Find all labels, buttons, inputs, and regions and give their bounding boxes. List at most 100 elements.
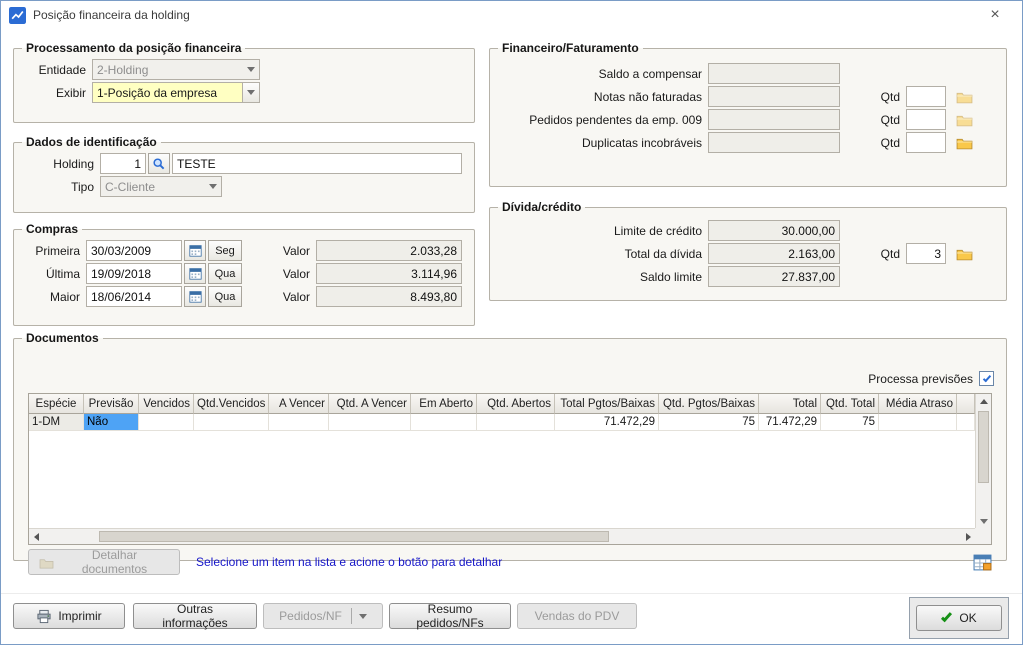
col-em-aberto[interactable]: Em Aberto <box>411 394 477 414</box>
imprimir-button[interactable]: Imprimir <box>13 603 125 629</box>
maior-compra-label: Maior <box>22 290 80 304</box>
cell-total-pgtos-baixas[interactable]: 71.472,29 <box>555 414 659 431</box>
qtd-label: Qtd <box>870 90 900 104</box>
primeira-compra-date-field[interactable] <box>86 240 182 261</box>
ok-button[interactable]: OK <box>916 605 1002 631</box>
ultima-compra-label: Última <box>22 267 80 281</box>
vertical-scrollbar[interactable] <box>975 394 991 528</box>
vertical-scrollbar-thumb[interactable] <box>978 411 989 483</box>
holding-name-field[interactable] <box>172 153 462 174</box>
holding-search-button[interactable] <box>148 153 170 174</box>
holding-code-field[interactable] <box>100 153 146 174</box>
qtd-label: Qtd <box>870 247 900 261</box>
ultima-compra-date-field[interactable] <box>86 263 182 284</box>
saldo-compensar-field[interactable] <box>708 63 840 84</box>
processa-previsoes-checkbox[interactable] <box>979 371 994 386</box>
horizontal-scrollbar[interactable] <box>29 528 975 544</box>
cell-qtd-pgtos-baixas[interactable]: 75 <box>659 414 759 431</box>
col-previsao[interactable]: Previsão <box>84 394 139 414</box>
col-total[interactable]: Total <box>759 394 821 414</box>
close-button[interactable]: × <box>974 1 1016 29</box>
folder-icon <box>956 246 973 261</box>
cell-media-atraso[interactable] <box>879 414 957 431</box>
cell-qtd-abertos[interactable] <box>477 414 555 431</box>
horizontal-scrollbar-thumb[interactable] <box>99 531 609 542</box>
cell-especie[interactable]: 1-DM <box>29 414 84 431</box>
resumo-pedidos-nfs-button[interactable]: Resumo pedidos/NFs <box>389 603 511 629</box>
printer-icon <box>36 609 52 624</box>
detalhar-documentos-button[interactable]: Detalhar documentos <box>28 549 180 575</box>
scroll-down-icon[interactable] <box>976 514 991 528</box>
duplicatas-qtd-field[interactable] <box>906 132 946 153</box>
dados-title: Dados de identificação <box>22 135 161 149</box>
cell-vencidos[interactable] <box>139 414 194 431</box>
divida-detail-button[interactable] <box>954 244 974 264</box>
duplicatas-incobraveis-field[interactable] <box>708 132 840 153</box>
col-vencidos[interactable]: Vencidos <box>139 394 194 414</box>
cell-qtd-total[interactable]: 75 <box>821 414 879 431</box>
valor-label: Valor <box>270 267 310 281</box>
maior-compra-weekday-button[interactable]: Qua <box>208 286 242 307</box>
col-media-atraso[interactable]: Média Atraso <box>879 394 957 414</box>
notas-nao-faturadas-field[interactable] <box>708 86 840 107</box>
total-divida-field[interactable] <box>708 243 840 264</box>
grid-viewport: Espécie Previsão Vencidos Qtd.Vencidos A… <box>29 394 975 528</box>
col-a-vencer[interactable]: A Vencer <box>269 394 329 414</box>
col-especie[interactable]: Espécie <box>29 394 84 414</box>
notas-qtd-field[interactable] <box>906 86 946 107</box>
limite-credito-label: Limite de crédito <box>498 224 702 238</box>
pedidos-qtd-field[interactable] <box>906 109 946 130</box>
outras-informacoes-button[interactable]: Outras informações <box>133 603 257 629</box>
compras-title: Compras <box>22 222 82 236</box>
col-total-pgtos-baixas[interactable]: Total Pgtos/Baixas <box>555 394 659 414</box>
col-qtd-a-vencer[interactable]: Qtd. A Vencer <box>329 394 411 414</box>
ultima-compra-valor-field[interactable] <box>316 263 462 284</box>
divida-groupbox: Dívida/crédito Limite de crédito Total d… <box>489 200 1007 301</box>
cell-em-aberto[interactable] <box>411 414 477 431</box>
cell-qtd-a-vencer[interactable] <box>329 414 411 431</box>
cell-previsao-selected[interactable]: Não <box>84 414 139 431</box>
primeira-compra-valor-field[interactable] <box>316 240 462 261</box>
chevron-down-icon <box>242 60 259 79</box>
limite-credito-field[interactable] <box>708 220 840 241</box>
compras-groupbox: Compras Primeira Seg Valor Última <box>13 222 475 326</box>
folder-icon <box>39 556 54 569</box>
folder-icon <box>956 135 973 150</box>
notas-detail-button[interactable] <box>954 87 974 107</box>
exibir-label: Exibir <box>22 86 86 100</box>
pedidos-detail-button[interactable] <box>954 110 974 130</box>
tipo-select[interactable]: C-Cliente <box>100 176 222 197</box>
cell-qtd-vencidos[interactable] <box>194 414 269 431</box>
empty-grid-area <box>29 431 975 526</box>
check-icon <box>982 373 990 382</box>
col-qtd-pgtos-baixas[interactable]: Qtd. Pgtos/Baixas <box>659 394 759 414</box>
divida-qtd-field[interactable] <box>906 243 946 264</box>
cell-total[interactable]: 71.472,29 <box>759 414 821 431</box>
pedidos-pendentes-field[interactable] <box>708 109 840 130</box>
col-qtd-total[interactable]: Qtd. Total <box>821 394 879 414</box>
col-qtd-vencidos[interactable]: Qtd.Vencidos <box>194 394 269 414</box>
vendas-do-pdv-button[interactable]: Vendas do PDV <box>517 603 637 629</box>
exibir-select[interactable]: 1-Posição da empresa <box>92 82 260 103</box>
saldo-limite-field[interactable] <box>708 266 840 287</box>
scroll-right-icon[interactable] <box>961 529 975 544</box>
ultima-compra-calendar-button[interactable] <box>184 263 206 284</box>
pedidos-nf-button[interactable]: Pedidos/NF <box>263 603 383 629</box>
scroll-left-icon[interactable] <box>29 529 43 544</box>
table-row[interactable]: 1-DM Não 71.472,29 75 71.472,29 75 <box>29 414 975 431</box>
export-grid-button[interactable] <box>972 552 992 572</box>
cell-a-vencer[interactable] <box>269 414 329 431</box>
maior-compra-calendar-button[interactable] <box>184 286 206 307</box>
duplicatas-detail-button[interactable] <box>954 133 974 153</box>
entidade-select[interactable]: 2-Holding <box>92 59 260 80</box>
primeira-compra-weekday-button[interactable]: Seg <box>208 240 242 261</box>
maior-compra-valor-field[interactable] <box>316 286 462 307</box>
chevron-down-icon <box>359 614 367 619</box>
scroll-up-icon[interactable] <box>976 394 991 408</box>
close-icon: × <box>990 6 999 24</box>
maior-compra-date-field[interactable] <box>86 286 182 307</box>
primeira-compra-calendar-button[interactable] <box>184 240 206 261</box>
col-qtd-abertos[interactable]: Qtd. Abertos <box>477 394 555 414</box>
ok-button-panel: OK <box>909 597 1009 639</box>
ultima-compra-weekday-button[interactable]: Qua <box>208 263 242 284</box>
